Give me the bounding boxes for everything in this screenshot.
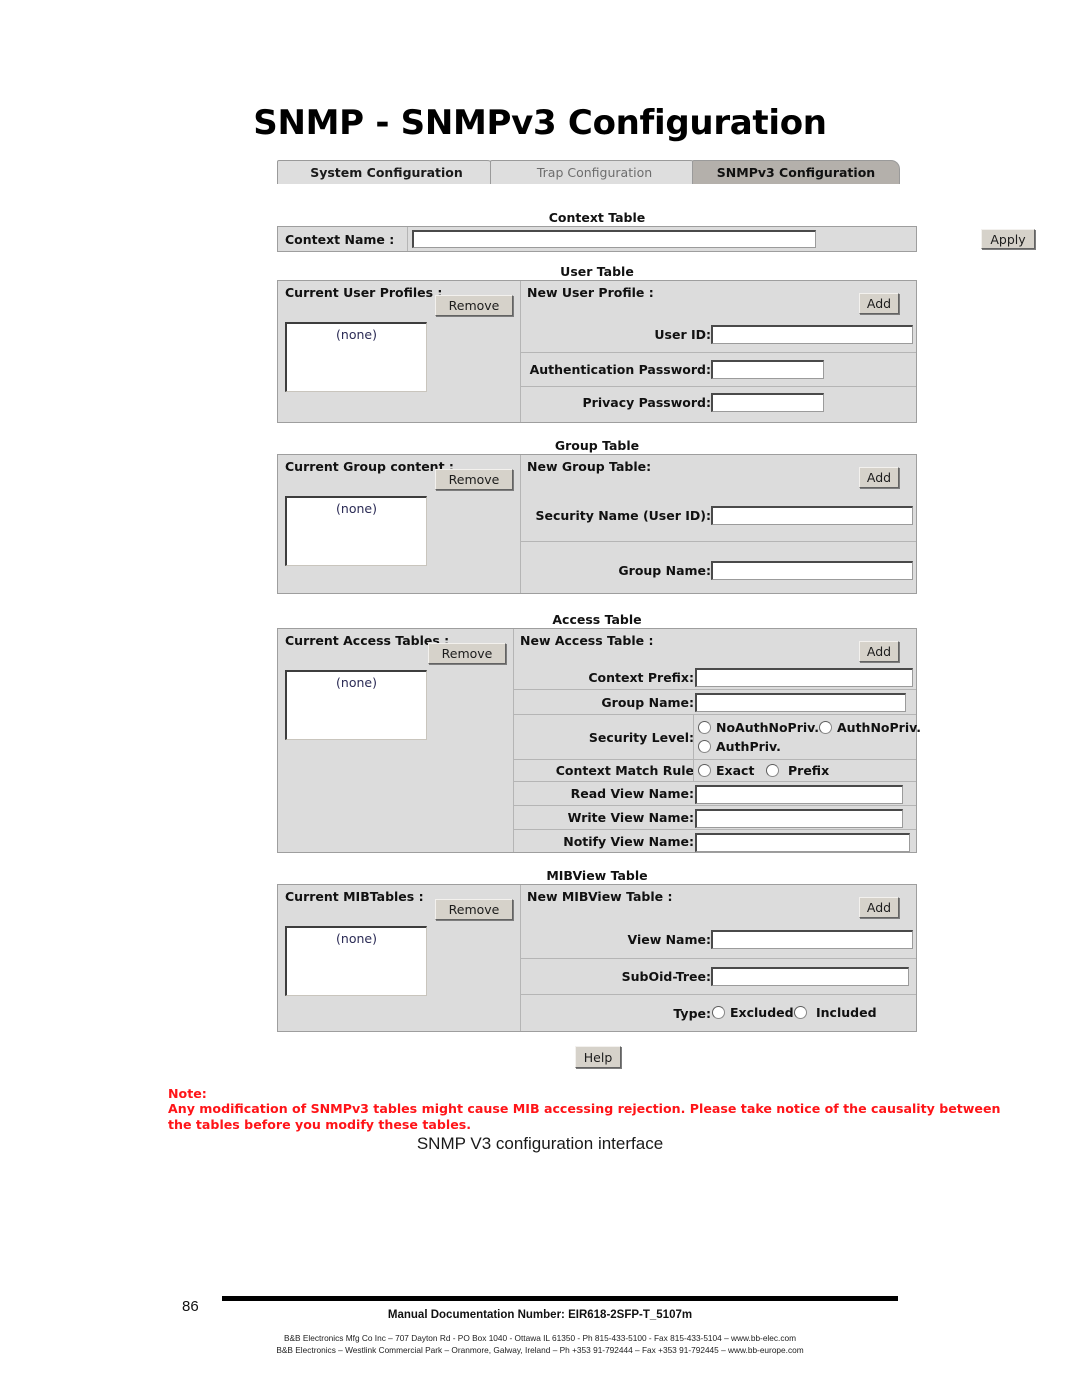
group-remove-label: Remove: [448, 472, 500, 487]
tab-snmpv3-configuration[interactable]: SNMPv3 Configuration: [692, 160, 900, 184]
group-name-input[interactable]: [711, 561, 913, 580]
suboid-tree-label: SubOid-Tree:: [621, 969, 711, 984]
security-level-option-2-label: AuthPriv.: [716, 739, 781, 754]
figure-caption: SNMP V3 configuration interface: [416, 1134, 664, 1153]
radio-icon[interactable]: [819, 721, 832, 734]
access-remove-label: Remove: [441, 646, 493, 661]
access-group-name-input[interactable]: [695, 693, 906, 712]
radio-icon[interactable]: [766, 764, 779, 777]
context-match-radio-prefix[interactable]: Prefix: [766, 763, 829, 778]
authentication-password-input[interactable]: [711, 360, 824, 379]
current-access-tables-label: Current Access Tables :: [285, 633, 450, 648]
access-group-name-label: Group Name:: [601, 695, 694, 710]
read-view-name-input[interactable]: [695, 785, 903, 804]
user-table-panel: Current User Profiles : Remove New User …: [277, 280, 917, 423]
access-table-caption: Access Table: [552, 612, 642, 627]
privacy-password-label: Privacy Password:: [582, 395, 712, 410]
user-table-caption: User Table: [560, 264, 634, 279]
security-level-radio-authpriv[interactable]: AuthPriv.: [698, 739, 781, 754]
footer-rule: [222, 1296, 898, 1301]
new-group-table-label: New Group Table:: [527, 459, 652, 474]
footer-address-line-2: B&B Electronics – Westlink Commercial Pa…: [276, 1345, 804, 1355]
group-table-panel: Current Group content : Remove New Group…: [277, 454, 917, 594]
security-level-radio-noauthnopriv[interactable]: NoAuthNoPriv.: [698, 720, 819, 735]
access-remove-button: Remove: [428, 643, 506, 664]
privacy-password-input[interactable]: [711, 393, 824, 412]
context-match-radio-exact[interactable]: Exact: [698, 763, 754, 778]
type-label: Type:: [673, 1006, 711, 1021]
mibview-table-panel: Current MIBTables : Remove New MIBView T…: [277, 884, 917, 1032]
radio-icon[interactable]: [698, 740, 711, 753]
mibview-remove-button: Remove: [435, 899, 513, 920]
write-view-name-label: Write View Name:: [567, 810, 694, 825]
note-body: Any modification of SNMPv3 tables might …: [168, 1101, 1001, 1132]
new-user-profile-label: New User Profile :: [527, 285, 654, 300]
help-button: Help: [575, 1046, 621, 1068]
group-name-label: Group Name:: [618, 563, 711, 578]
group-add-button: Add: [859, 467, 899, 488]
read-view-name-label: Read View Name:: [570, 786, 694, 801]
context-name-input[interactable]: [412, 230, 816, 248]
user-id-input[interactable]: [711, 325, 913, 344]
footer-address-line-1: B&B Electronics Mfg Co Inc – 707 Dayton …: [283, 1333, 797, 1343]
access-add-button: Add: [859, 641, 899, 662]
current-mibtables-label: Current MIBTables :: [285, 889, 424, 904]
context-match-option-1-label: Prefix: [788, 763, 830, 778]
type-option-0-label: Excluded: [730, 1005, 794, 1020]
tab-trap-configuration[interactable]: Trap Configuration: [490, 160, 699, 184]
radio-icon[interactable]: [698, 721, 711, 734]
new-mibview-table-label: New MIBView Table :: [527, 889, 673, 904]
write-view-name-input[interactable]: [695, 809, 903, 828]
security-name-input[interactable]: [711, 506, 913, 525]
mibview-remove-label: Remove: [448, 902, 500, 917]
tab-system-configuration[interactable]: System Configuration: [277, 160, 496, 184]
tab-strip: System Configuration Trap Configuration …: [277, 160, 917, 186]
suboid-tree-input[interactable]: [711, 967, 909, 986]
user-remove-label: Remove: [448, 298, 500, 313]
view-name-label: View Name:: [627, 932, 711, 947]
radio-icon[interactable]: [712, 1006, 725, 1019]
current-group-content-label: Current Group content :: [285, 459, 454, 474]
new-access-table-label: New Access Table :: [520, 633, 654, 648]
user-add-button: Add: [859, 293, 899, 314]
notify-view-name-label: Notify View Name:: [563, 834, 694, 849]
context-table-panel: Context Name : Apply: [277, 226, 1035, 252]
user-remove-button: Remove: [435, 295, 513, 316]
radio-icon[interactable]: [794, 1006, 807, 1019]
user-id-label: User ID:: [654, 327, 711, 342]
group-remove-button: Remove: [435, 469, 513, 490]
context-prefix-input[interactable]: [695, 668, 913, 687]
authentication-password-label: Authentication Password:: [529, 362, 711, 377]
access-table-panel: Current Access Tables : Remove New Acces…: [277, 628, 921, 853]
footer-doc-number: Manual Documentation Number: EIR618-2SFP…: [387, 1309, 693, 1321]
user-add-label: Add: [866, 296, 892, 311]
notify-view-name-input[interactable]: [695, 833, 910, 852]
current-user-profiles-label: Current User Profiles :: [285, 285, 443, 300]
context-prefix-label: Context Prefix:: [588, 670, 694, 685]
mibview-add-label: Add: [866, 900, 892, 915]
context-table-caption: Context Table: [548, 210, 646, 225]
type-radio-excluded[interactable]: Excluded: [712, 1005, 794, 1020]
radio-icon[interactable]: [698, 764, 711, 777]
context-name-label: Context Name :: [285, 231, 395, 247]
mibview-add-button: Add: [859, 897, 899, 918]
note-heading: Note:: [168, 1086, 207, 1101]
page-title: SNMP - SNMPv3 Configuration: [253, 103, 827, 143]
context-match-option-0-label: Exact: [716, 763, 755, 778]
security-level-option-1-label: AuthNoPriv.: [837, 720, 921, 735]
mibview-table-caption: MIBView Table: [546, 868, 648, 883]
type-radio-included[interactable]: Included: [794, 1005, 877, 1020]
context-apply-button: Apply: [981, 229, 1035, 249]
group-add-label: Add: [866, 470, 892, 485]
security-level-option-0-label: NoAuthNoPriv.: [716, 720, 820, 735]
view-name-input[interactable]: [711, 930, 913, 949]
group-table-caption: Group Table: [554, 438, 640, 453]
access-add-label: Add: [866, 644, 892, 659]
security-name-label: Security Name (User ID):: [535, 508, 711, 523]
context-apply-label: Apply: [990, 231, 1026, 247]
security-level-radio-authnopriv[interactable]: AuthNoPriv.: [819, 720, 921, 735]
help-button-label: Help: [583, 1049, 613, 1065]
type-option-1-label: Included: [816, 1005, 877, 1020]
